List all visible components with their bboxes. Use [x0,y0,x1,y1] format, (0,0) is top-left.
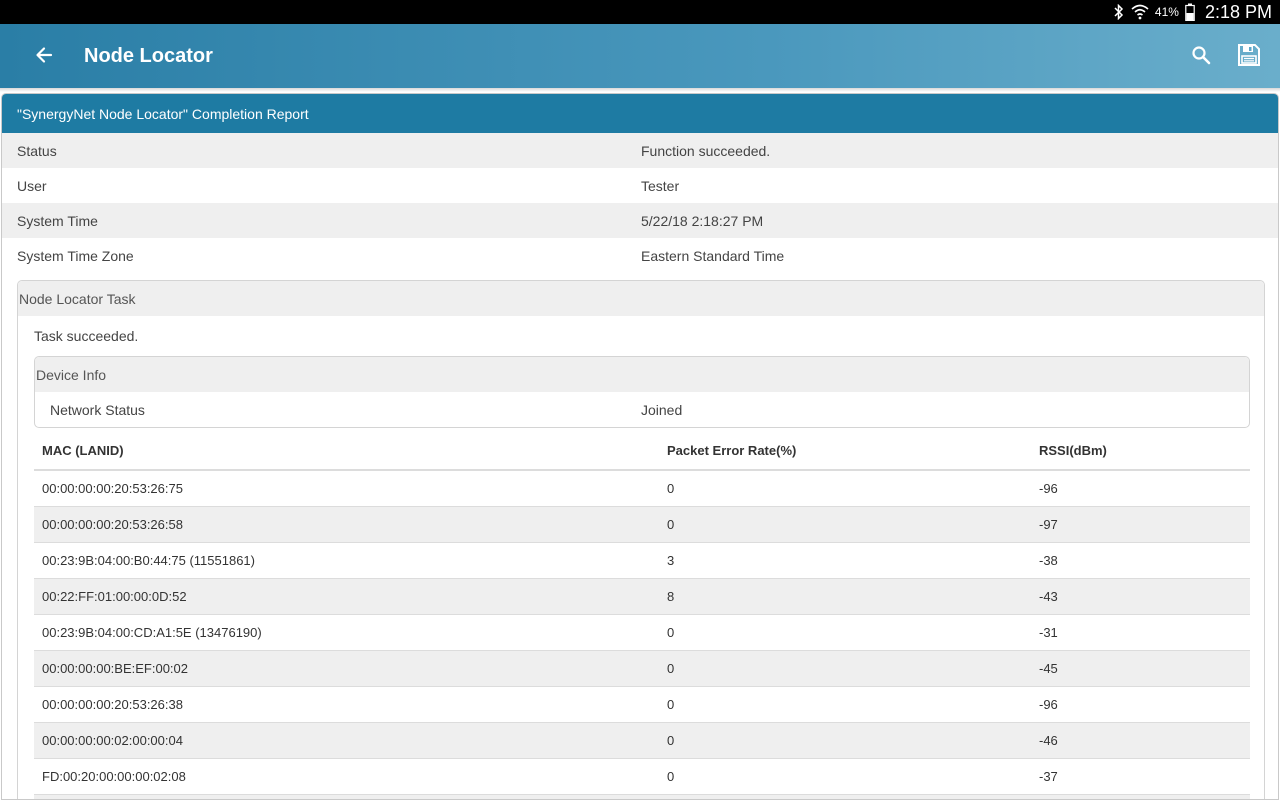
field-label: System Time [17,212,98,229]
page-title: Node Locator [84,44,213,67]
network-status-row: Network Status Joined [35,392,1249,427]
bluetooth-icon [1113,0,1125,24]
field-label: Network Status [50,401,145,418]
battery-percent: 41% [1154,5,1179,19]
arrow-left-icon [35,46,53,67]
nodes-table: MAC (LANID) Packet Error Rate(%) RSSI(dB… [34,432,1250,799]
field-label: User [17,177,47,194]
cell-rssi: -45 [1031,650,1250,687]
table-row: 00:23:9B:04:00:B0:44:75 (11551861) 3 -38 [34,542,1250,579]
cell-rssi: -43 [1031,578,1250,615]
cell-per: 3 [659,542,1031,579]
cell-rssi: -46 [1031,722,1250,759]
task-title: Node Locator Task [18,281,1264,316]
cell-rssi: -96 [1031,686,1250,723]
save-button[interactable] [1232,39,1266,73]
device-info-title: Device Info [35,357,1249,392]
cell-mac: 00:00:00:00:02:00:00:04 [34,722,659,759]
cell-mac: 00:00:00:00:20:53:26:58 [34,506,659,543]
cell-per: 0 [659,650,1031,687]
table-row: FD:00:20:00:00:00:02:08 0 -37 [34,758,1250,795]
search-icon [1191,45,1211,68]
table-row-partial [34,794,1250,799]
cell-mac: 00:22:FF:01:00:00:0D:52 [34,578,659,615]
cell-mac: 00:00:00:00:20:53:26:75 [34,470,659,507]
cell-per: 0 [659,758,1031,795]
table-row: 00:00:00:00:20:53:26:75 0 -96 [34,470,1250,507]
field-status: Status Function succeeded. [2,133,1278,168]
table-row: 00:22:FF:01:00:00:0D:52 8 -43 [34,578,1250,615]
search-button[interactable] [1184,39,1218,73]
field-label: System Time Zone [17,247,134,264]
field-value: Eastern Standard Time [641,247,785,264]
app-bar-shadow [0,88,1280,92]
table-header-row: MAC (LANID) Packet Error Rate(%) RSSI(dB… [34,432,1250,471]
field-label: Status [17,142,57,159]
cell-mac: 00:00:00:00:BE:EF:00:02 [34,650,659,687]
save-icon [1237,43,1261,70]
table-row: 00:00:00:00:02:00:00:04 0 -46 [34,722,1250,759]
cell-rssi: -31 [1031,614,1250,651]
field-value: 5/22/18 2:18:27 PM [641,212,764,229]
field-system-time: System Time 5/22/18 2:18:27 PM [2,203,1278,238]
cell-mac: FD:00:20:00:00:00:02:08 [34,758,659,795]
app-bar: Node Locator [0,24,1280,88]
cell-per: 0 [659,470,1031,507]
column-header-mac: MAC (LANID) [34,432,659,471]
cell-rssi: -37 [1031,758,1250,795]
table-row: 00:00:00:00:BE:EF:00:02 0 -45 [34,650,1250,687]
table-row: 00:00:00:00:20:53:26:58 0 -97 [34,506,1250,543]
cell-mac: 00:00:00:00:20:53:26:38 [34,686,659,723]
column-header-per: Packet Error Rate(%) [659,432,1031,471]
field-value: Tester [641,177,680,194]
cell-per: 0 [659,722,1031,759]
column-header-rssi: RSSI(dBm) [1031,432,1250,471]
field-system-time-zone: System Time Zone Eastern Standard Time [2,238,1278,273]
field-value: Joined [641,401,683,418]
battery-icon [1185,0,1195,24]
cell-per: 8 [659,578,1031,615]
report-header: "SynergyNet Node Locator" Completion Rep… [2,94,1278,133]
table-row: 00:00:00:00:20:53:26:38 0 -96 [34,686,1250,723]
table-row: 00:23:9B:04:00:CD:A1:5E (13476190) 0 -31 [34,614,1250,651]
completion-report: "SynergyNet Node Locator" Completion Rep… [1,93,1279,800]
cell-mac: 00:23:9B:04:00:CD:A1:5E (13476190) [34,614,659,651]
field-user: User Tester [2,168,1278,203]
cell-mac: 00:23:9B:04:00:B0:44:75 (11551861) [34,542,659,579]
cell-rssi: -97 [1031,506,1250,543]
cell-rssi: -38 [1031,542,1250,579]
cell-per: 0 [659,614,1031,651]
wifi-icon [1131,0,1149,24]
field-value: Function succeeded. [641,142,771,159]
task-status: Task succeeded. [34,328,139,344]
status-bar: 41% 2:18 PM [0,0,1280,24]
cell-rssi: -96 [1031,470,1250,507]
cell-per: 0 [659,686,1031,723]
node-locator-task: Node Locator Task Task succeeded. Device… [17,280,1265,799]
device-info: Device Info Network Status Joined [34,356,1250,428]
back-button[interactable] [22,34,66,78]
cell-per: 0 [659,506,1031,543]
clock: 2:18 PM [1204,1,1272,22]
